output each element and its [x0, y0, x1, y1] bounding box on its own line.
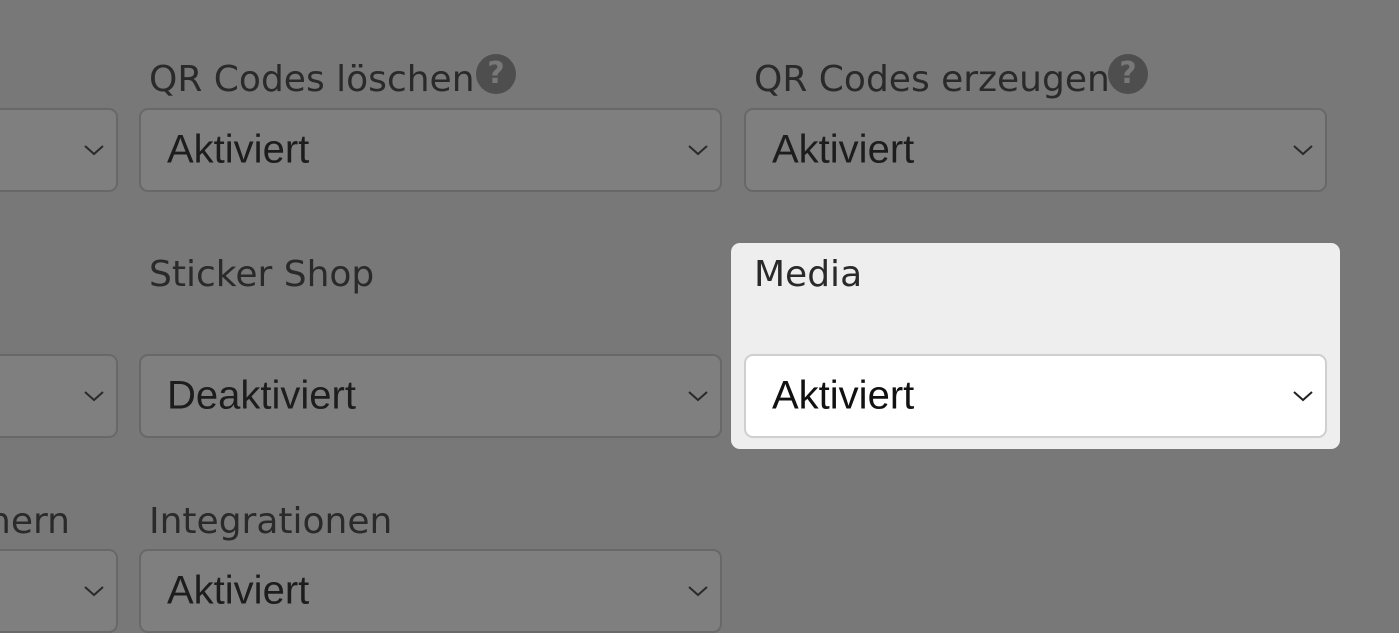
select-value: Aktiviert	[167, 127, 310, 172]
question-circle-icon[interactable]: ?	[476, 54, 516, 94]
select-media[interactable]: Aktiviert	[744, 354, 1327, 438]
question-circle-icon[interactable]: ?	[1108, 54, 1148, 94]
select-value: Aktiviert	[772, 127, 915, 172]
select-partial-row2[interactable]	[0, 354, 118, 438]
select-partial-row1[interactable]	[0, 108, 118, 192]
chevron-down-icon	[1291, 138, 1315, 162]
select-partial-row3[interactable]	[0, 549, 118, 633]
chevron-down-icon	[1291, 384, 1315, 408]
select-sticker-shop[interactable]: Deaktiviert	[139, 354, 722, 438]
label-qr-codes-loeschen: QR Codes löschen	[149, 59, 475, 100]
chevron-down-icon	[82, 138, 106, 162]
chevron-down-icon	[686, 579, 710, 603]
chevron-down-icon	[686, 384, 710, 408]
select-value: Deaktiviert	[167, 373, 356, 418]
chevron-down-icon	[686, 138, 710, 162]
select-qr-codes-erzeugen[interactable]: Aktiviert	[744, 108, 1327, 192]
label-media: Media	[754, 254, 863, 295]
select-value: Aktiviert	[772, 373, 915, 418]
label-sticker-shop: Sticker Shop	[149, 254, 375, 295]
chevron-down-icon	[82, 384, 106, 408]
label-qr-codes-erzeugen: QR Codes erzeugen	[754, 59, 1110, 100]
label-integrationen: Integrationen	[149, 501, 393, 542]
select-integrationen[interactable]: Aktiviert	[139, 549, 722, 633]
label-partial-row3: nern	[0, 501, 70, 542]
select-qr-codes-loeschen[interactable]: Aktiviert	[139, 108, 722, 192]
chevron-down-icon	[82, 579, 106, 603]
select-value: Aktiviert	[167, 568, 310, 613]
